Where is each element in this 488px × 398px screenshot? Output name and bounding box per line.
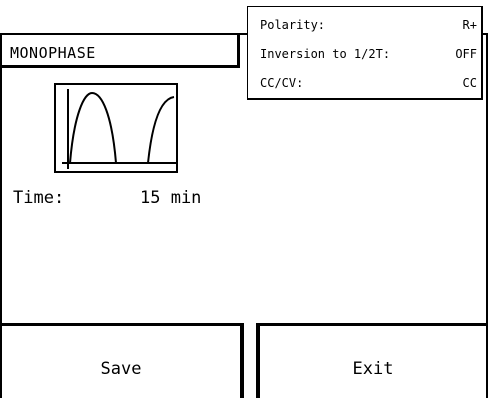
mode-title: MONOPHASE (10, 44, 96, 62)
polarity-row[interactable]: Polarity: R+ (260, 18, 477, 36)
save-button-label: Save (100, 359, 142, 379)
inversion-label: Inversion to 1/2T: (260, 47, 391, 61)
save-button[interactable]: Save (0, 323, 244, 398)
exit-button[interactable]: Exit (256, 323, 488, 398)
inversion-value: OFF (455, 47, 477, 61)
inversion-row[interactable]: Inversion to 1/2T: OFF (260, 47, 477, 65)
mode-title-box[interactable]: MONOPHASE (0, 33, 240, 68)
time-value[interactable]: 15 min (140, 188, 201, 208)
waveform-pulse-1 (69, 91, 117, 164)
polarity-value: R+ (462, 18, 477, 32)
waveform-graphic (62, 89, 176, 169)
polarity-label: Polarity: (260, 18, 326, 32)
ccv-label: CC/CV: (260, 76, 304, 90)
monophase-waveform-icon (54, 83, 178, 173)
time-label: Time: (13, 188, 65, 208)
ccv-row[interactable]: CC/CV: CC (260, 76, 477, 94)
exit-button-label: Exit (352, 359, 394, 379)
settings-panel: Polarity: R+ Inversion to 1/2T: OFF CC/C… (247, 6, 483, 100)
waveform-pulse-2 (147, 96, 175, 164)
ccv-value: CC (462, 76, 477, 90)
